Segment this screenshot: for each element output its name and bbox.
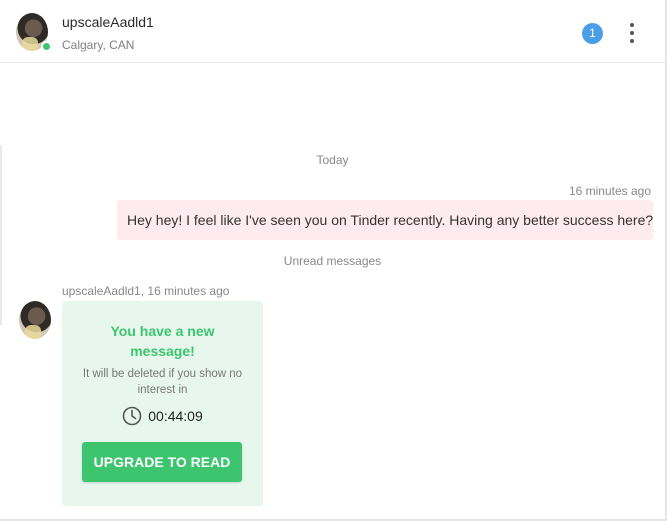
kebab-dot [630,39,634,43]
panel-divider [0,145,2,325]
upgrade-to-read-button[interactable]: UPGRADE TO READ [82,442,242,482]
date-separator: Today [316,153,349,167]
kebab-menu-icon[interactable] [622,22,642,44]
chat-user-name[interactable]: upscaleAadld1 [62,14,154,30]
incoming-message-meta: upscaleAadld1, 16 minutes ago [62,284,230,298]
outgoing-message-bubble: Hey hey! I feel like I've seen you on Ti… [117,200,653,240]
online-status-dot [41,41,52,52]
chat-user-location: Calgary, CAN [62,38,135,52]
clock-icon [122,406,142,426]
locked-message-note: It will be deleted if you show no intere… [82,368,243,396]
kebab-dot [630,31,634,35]
countdown-timer: 00:44:09 [62,406,263,426]
locked-message-card: You have a new message! It will be delet… [62,301,263,506]
chat-header: upscaleAadld1 Calgary, CAN 1 [0,0,665,63]
countdown-value: 00:44:09 [148,408,203,424]
sender-avatar[interactable] [19,301,51,339]
locked-message-title: You have a new message! [110,323,215,359]
outgoing-message-time: 16 minutes ago [568,184,651,198]
unread-count-badge: 1 [582,23,603,44]
unread-messages-separator: Unread messages [283,254,382,268]
kebab-dot [630,23,634,27]
chat-window: upscaleAadld1 Calgary, CAN 1 Today 16 mi… [0,0,667,521]
